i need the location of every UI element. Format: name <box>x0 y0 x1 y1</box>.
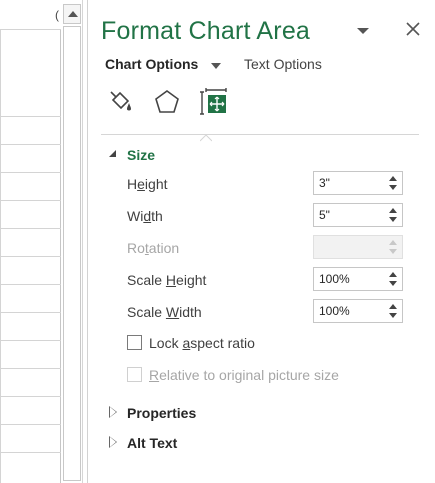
scale-height-spinner[interactable]: 100% <box>313 267 403 291</box>
lock-aspect-ratio-label[interactable]: Lock aspect ratio <box>149 335 255 351</box>
fill-line-icon[interactable] <box>107 88 135 116</box>
width-label: Width <box>127 208 163 224</box>
grid-row-line <box>0 340 61 341</box>
spin-down-icon <box>389 249 397 254</box>
grid-row-line <box>0 424 61 425</box>
lock-aspect-ratio-checkbox[interactable] <box>127 335 142 350</box>
grid-row-line <box>0 452 61 453</box>
pane-title: Format Chart Area <box>101 17 311 45</box>
tab-chart-options[interactable]: Chart Options <box>105 56 198 72</box>
divider <box>101 134 419 135</box>
grid-row-line <box>0 172 61 173</box>
close-icon[interactable] <box>403 19 423 39</box>
width-value[interactable]: 5" <box>319 208 330 222</box>
size-properties-icon[interactable] <box>200 88 228 116</box>
height-spinner[interactable]: 3" <box>313 171 403 195</box>
column-header-label: ( <box>55 8 59 22</box>
width-spinner[interactable]: 5" <box>313 203 403 227</box>
format-chart-area-pane: Format Chart Area Chart Options Text Opt… <box>87 0 435 483</box>
column-header-row: ( <box>0 0 61 30</box>
width-spin-buttons[interactable] <box>387 206 399 224</box>
height-spin-buttons[interactable] <box>387 174 399 192</box>
pane-options-chevron-down-icon[interactable] <box>356 26 370 36</box>
spin-down-icon[interactable] <box>389 185 397 190</box>
worksheet-grid[interactable]: ( <box>0 0 61 483</box>
scale-width-label: Scale Width <box>127 304 202 320</box>
collapsed-triangle-fill <box>110 437 116 447</box>
scale-width-value[interactable]: 100% <box>319 304 350 318</box>
height-label: Height <box>127 176 168 192</box>
scale-height-value[interactable]: 100% <box>319 272 350 286</box>
section-alt-text-header[interactable]: Alt Text <box>127 435 177 451</box>
scale-width-spin-buttons[interactable] <box>387 302 399 320</box>
relative-original-size-label: Relative to original picture size <box>149 367 339 383</box>
grid-row-line <box>0 396 61 397</box>
grid-row-line <box>0 144 61 145</box>
scale-width-spinner[interactable]: 100% <box>313 299 403 323</box>
rotation-spinner <box>313 235 403 259</box>
scale-height-spin-buttons[interactable] <box>387 270 399 288</box>
rotation-label: Rotation <box>127 240 180 256</box>
tab-text-options[interactable]: Text Options <box>244 56 322 72</box>
rotation-spin-buttons <box>387 238 399 256</box>
spin-up-icon <box>389 240 397 245</box>
relative-original-size-checkbox <box>127 367 142 382</box>
grid-row-line <box>0 368 61 369</box>
expanded-triangle-icon[interactable] <box>109 150 116 157</box>
spin-down-icon[interactable] <box>389 313 397 318</box>
effects-icon[interactable] <box>153 88 181 116</box>
section-properties-header[interactable]: Properties <box>127 405 196 421</box>
spin-up-icon[interactable] <box>389 304 397 309</box>
height-value[interactable]: 3" <box>319 176 330 190</box>
spin-up-icon[interactable] <box>389 208 397 213</box>
scale-height-label: Scale Height <box>127 272 207 288</box>
spin-up-icon[interactable] <box>389 272 397 277</box>
grid-row-line <box>0 256 61 257</box>
chart-options-chevron-down-icon[interactable] <box>211 63 221 69</box>
scroll-up-arrow-icon[interactable] <box>63 4 81 24</box>
scrollbar-thumb[interactable] <box>63 26 81 481</box>
spin-down-icon[interactable] <box>389 217 397 222</box>
vertical-scrollbar[interactable] <box>61 0 83 483</box>
section-size-header[interactable]: Size <box>127 147 155 163</box>
spin-down-icon[interactable] <box>389 281 397 286</box>
category-icon-row <box>105 88 425 120</box>
grid-row-line <box>0 312 61 313</box>
grid-row-line <box>0 116 61 117</box>
spin-up-icon[interactable] <box>389 176 397 181</box>
collapsed-triangle-fill <box>110 407 116 417</box>
grid-row-line <box>0 200 61 201</box>
selected-tab-indicator <box>199 129 213 142</box>
grid-row-line <box>0 228 61 229</box>
grid-row-line <box>0 284 61 285</box>
